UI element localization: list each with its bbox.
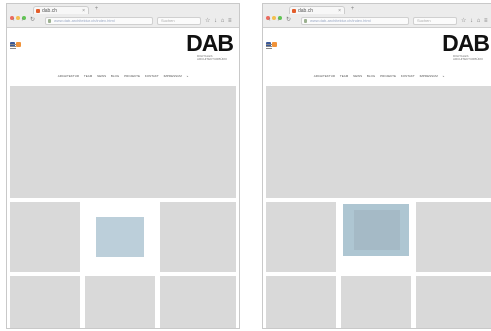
browser-tab[interactable]: dab.ch × <box>33 6 89 14</box>
forward-button[interactable]: › <box>19 17 26 24</box>
tab-strip: dab.ch × + <box>7 4 239 20</box>
grid-tile-hovered[interactable] <box>341 202 411 272</box>
favicon-icon <box>36 9 40 13</box>
menu-item-kontakt[interactable]: KONTAKT <box>401 74 415 78</box>
menu-item-blog[interactable]: BLOG <box>367 74 375 78</box>
forward-button[interactable]: › <box>275 17 282 24</box>
site-logo[interactable]: DAB DIGITALES ARCHITEKTURBÜRO <box>442 30 490 61</box>
browser-toolbar: ‹ › ↻ www.dab-architektur.ch/index.html … <box>263 15 491 27</box>
back-button[interactable]: ‹ <box>266 17 273 24</box>
grid-tile[interactable] <box>266 202 336 272</box>
grid-tile[interactable] <box>10 202 80 272</box>
grid-tile[interactable] <box>85 276 155 328</box>
grid-tile[interactable] <box>160 276 236 328</box>
logo-text: DAB <box>186 30 234 56</box>
image-placeholder-inner <box>354 210 400 250</box>
search-input[interactable]: Suchen <box>157 17 201 25</box>
tab-strip: dab.ch × + <box>263 4 491 20</box>
grid-tile[interactable] <box>10 276 80 328</box>
close-tab-icon[interactable]: × <box>338 7 341 14</box>
url-text: www.dab-architektur.ch/index.html <box>310 18 371 23</box>
grid-tile[interactable] <box>416 202 491 272</box>
menu-item-architektur[interactable]: ARCHITEKTUR <box>58 74 79 78</box>
main-menu: ARCHITEKTUR TEAM NEWS BLOG PROJEKTE KONT… <box>7 74 239 79</box>
toolbar-icons[interactable]: ☆ ↓ ⌂ ≡ <box>461 17 489 25</box>
tab-title: dab.ch <box>298 8 314 14</box>
main-menu: ARCHITEKTUR TEAM NEWS BLOG PROJEKTE KONT… <box>263 74 491 79</box>
lock-icon <box>304 19 307 23</box>
favicon-icon <box>292 9 296 13</box>
grid-tile[interactable] <box>85 202 155 272</box>
back-button[interactable]: ‹ <box>10 17 17 24</box>
tab-title: dab.ch <box>42 8 58 14</box>
menu-item-projekte[interactable]: PROJEKTE <box>124 74 140 78</box>
grid-tile[interactable] <box>160 202 236 272</box>
hamburger-menu-icon[interactable] <box>266 44 272 50</box>
close-tab-icon[interactable]: × <box>82 7 85 14</box>
new-tab-button[interactable]: + <box>93 6 100 13</box>
toolbar-icons[interactable]: ☆ ↓ ⌂ ≡ <box>205 17 233 25</box>
menu-item-impressum[interactable]: IMPRESSUM <box>420 74 438 78</box>
browser-window-right: dab.ch × + ‹ › ↻ www.dab-architektur.ch/… <box>262 3 491 329</box>
browser-toolbar: ‹ › ↻ www.dab-architektur.ch/index.html … <box>7 15 239 27</box>
url-text: www.dab-architektur.ch/index.html <box>54 18 115 23</box>
address-bar[interactable]: www.dab-architektur.ch/index.html <box>301 17 409 25</box>
menu-item-team[interactable]: TEAM <box>84 74 92 78</box>
browser-window-left: dab.ch × + ‹ › ↻ www.dab-architektur.ch/… <box>6 3 240 329</box>
lock-icon <box>48 19 51 23</box>
address-bar[interactable]: www.dab-architektur.ch/index.html <box>45 17 153 25</box>
new-tab-button[interactable]: + <box>349 6 356 13</box>
browser-chrome: dab.ch × + ‹ › ↻ www.dab-architektur.ch/… <box>263 4 491 28</box>
menu-item-impressum[interactable]: IMPRESSUM <box>164 74 182 78</box>
image-placeholder <box>96 217 144 257</box>
hero-image-placeholder[interactable] <box>266 86 491 198</box>
hamburger-menu-icon[interactable] <box>10 44 16 50</box>
menu-item-team[interactable]: TEAM <box>340 74 348 78</box>
page-content: DAB DIGITALES ARCHITEKTURBÜRO ARCHITEKTU… <box>7 28 239 328</box>
menu-item-projekte[interactable]: PROJEKTE <box>380 74 396 78</box>
reload-button[interactable]: ↻ <box>285 17 292 24</box>
menu-more-icon[interactable]: » <box>443 74 445 78</box>
browser-chrome: dab.ch × + ‹ › ↻ www.dab-architektur.ch/… <box>7 4 239 28</box>
reload-button[interactable]: ↻ <box>29 17 36 24</box>
grid-tile[interactable] <box>266 276 336 328</box>
menu-item-kontakt[interactable]: KONTAKT <box>145 74 159 78</box>
rss-icon[interactable] <box>272 42 277 47</box>
menu-item-news[interactable]: NEWS <box>97 74 106 78</box>
grid-tile[interactable] <box>416 276 491 328</box>
menu-item-blog[interactable]: BLOG <box>111 74 119 78</box>
site-logo[interactable]: DAB DIGITALES ARCHITEKTURBÜRO <box>186 30 234 61</box>
logo-text: DAB <box>442 30 490 56</box>
rss-icon[interactable] <box>16 42 21 47</box>
grid-tile[interactable] <box>341 276 411 328</box>
menu-item-architektur[interactable]: ARCHITEKTUR <box>314 74 335 78</box>
hero-image-placeholder[interactable] <box>10 86 236 198</box>
browser-tab[interactable]: dab.ch × <box>289 6 345 14</box>
search-input[interactable]: Suchen <box>413 17 457 25</box>
menu-item-news[interactable]: NEWS <box>353 74 362 78</box>
page-content: DAB DIGITALES ARCHITEKTURBÜRO ARCHITEKTU… <box>263 28 491 328</box>
menu-more-icon[interactable]: » <box>187 74 189 78</box>
image-placeholder <box>343 204 409 256</box>
